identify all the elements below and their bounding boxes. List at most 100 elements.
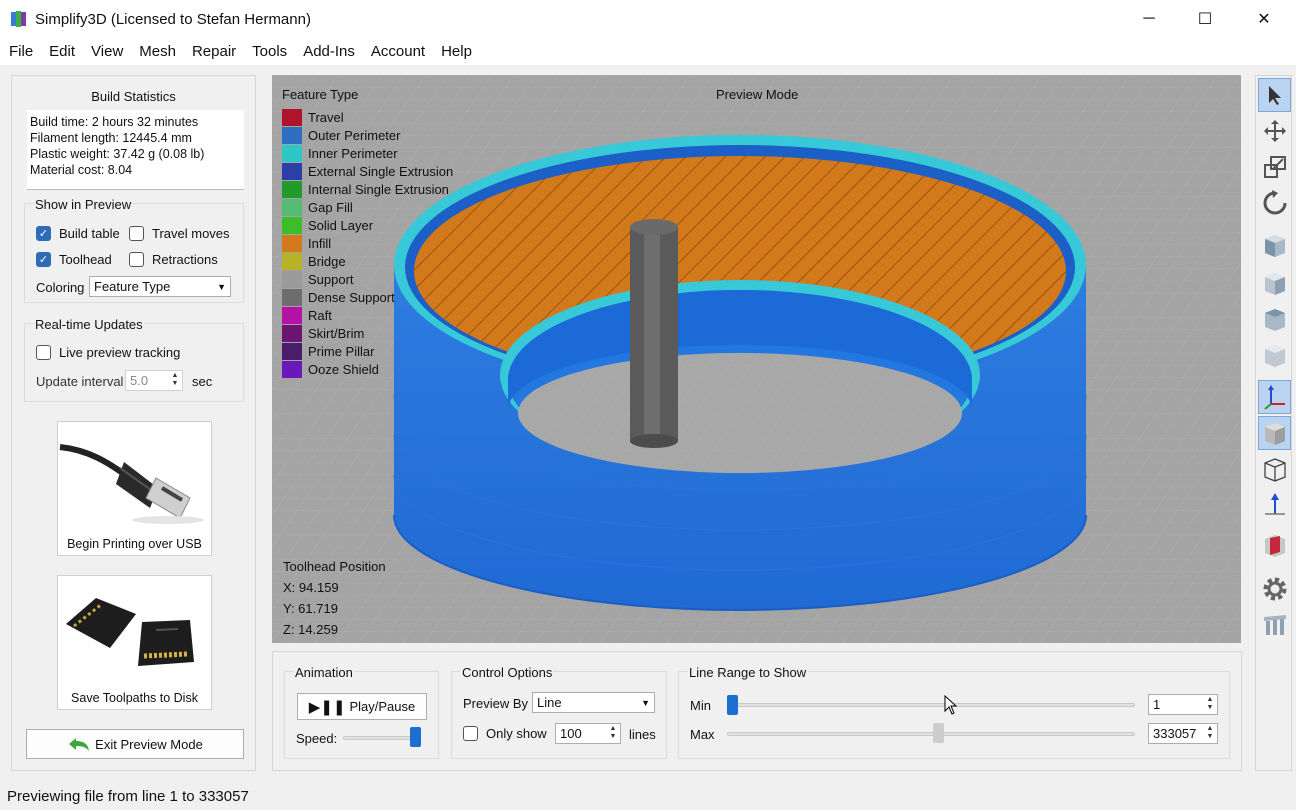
toolhead-checkbox[interactable]: ✓ Toolhead bbox=[36, 252, 112, 267]
unchecked-box-icon bbox=[129, 252, 144, 267]
toolhead-z: Z: 14.259 bbox=[283, 622, 338, 637]
toolhead-y: Y: 61.719 bbox=[283, 601, 338, 616]
view-iso-button[interactable] bbox=[1258, 228, 1291, 262]
legend-item: Dense Support bbox=[282, 288, 395, 306]
spin-arrows-icon[interactable]: ▲ ▼ bbox=[1204, 696, 1216, 713]
select-arrow-icon bbox=[1268, 86, 1281, 105]
menu-tools[interactable]: Tools bbox=[244, 38, 295, 65]
supports-button[interactable] bbox=[1258, 608, 1291, 642]
move-tool-button[interactable] bbox=[1258, 114, 1291, 148]
spin-arrows-icon[interactable]: ▲ ▼ bbox=[607, 725, 619, 742]
toolhead-x: X: 94.159 bbox=[283, 580, 339, 595]
legend-item: Internal Single Extrusion bbox=[282, 180, 449, 198]
max-slider-track[interactable] bbox=[727, 732, 1135, 736]
view-top-icon bbox=[1264, 309, 1285, 331]
legend-label: Inner Perimeter bbox=[308, 145, 398, 161]
wireframe-view-button[interactable] bbox=[1258, 452, 1291, 486]
settings-button[interactable] bbox=[1258, 572, 1291, 606]
menu-view[interactable]: View bbox=[83, 38, 131, 65]
rotate-tool-button[interactable] bbox=[1258, 186, 1291, 220]
view-top-button[interactable] bbox=[1258, 302, 1291, 336]
spin-arrows-icon[interactable]: ▲ ▼ bbox=[1204, 725, 1216, 742]
preview-mode-label: Preview Mode bbox=[716, 87, 799, 102]
show-axes-button[interactable] bbox=[1258, 380, 1291, 414]
travel-moves-label: Travel moves bbox=[152, 226, 230, 241]
only-show-lines-input[interactable]: 100 ▲ ▼ bbox=[555, 723, 621, 744]
live-preview-checkbox[interactable]: Live preview tracking bbox=[36, 345, 180, 360]
stat-build-time: Build time: 2 hours 32 minutes bbox=[30, 115, 199, 129]
menu-account[interactable]: Account bbox=[363, 38, 433, 65]
legend-swatch bbox=[282, 360, 302, 378]
save-toolpaths-tile[interactable]: Save Toolpaths to Disk bbox=[57, 575, 212, 710]
scale-tool-button[interactable] bbox=[1258, 150, 1291, 184]
axes-icon bbox=[1263, 385, 1285, 410]
maximize-button[interactable]: ☐ bbox=[1176, 0, 1234, 38]
cross-section-button[interactable] bbox=[1258, 528, 1291, 562]
preview-by-select[interactable]: Line ▼ bbox=[532, 692, 655, 713]
preview-by-label: Preview By bbox=[463, 696, 529, 711]
legend-swatch bbox=[282, 162, 302, 180]
realtime-updates-group: Real-time Updates Live preview tracking … bbox=[24, 317, 244, 402]
legend-item: Ooze Shield bbox=[282, 360, 379, 378]
simplify3d-logo-icon bbox=[11, 11, 26, 27]
stat-material-cost: Material cost: 8.04 bbox=[30, 163, 133, 177]
view-front-button[interactable] bbox=[1258, 266, 1291, 300]
check-icon: ✓ bbox=[36, 252, 51, 267]
minimize-button[interactable]: ─ bbox=[1120, 0, 1178, 38]
menu-bar: File Edit View Mesh Repair Tools Add-Ins… bbox=[0, 38, 1296, 65]
max-slider-handle[interactable] bbox=[933, 723, 945, 743]
spin-arrows-icon[interactable]: ▲ ▼ bbox=[169, 372, 181, 389]
legend-label: Bridge bbox=[308, 253, 346, 269]
preview-3d-viewport[interactable]: Feature Type Preview Mode Travel Outer Pe… bbox=[272, 75, 1241, 643]
lines-label: lines bbox=[629, 727, 656, 742]
menu-mesh[interactable]: Mesh bbox=[131, 38, 184, 65]
coloring-select[interactable]: Feature Type ▼ bbox=[89, 276, 231, 297]
toolhead-position-title: Toolhead Position bbox=[283, 559, 386, 574]
legend-label: Raft bbox=[308, 307, 332, 323]
menu-help[interactable]: Help bbox=[433, 38, 480, 65]
only-show-label: Only show bbox=[486, 726, 547, 741]
legend-title: Feature Type bbox=[282, 87, 359, 102]
exit-preview-button[interactable]: Exit Preview Mode bbox=[26, 729, 244, 759]
control-options-group: Control Options Preview By Line ▼ Only s… bbox=[451, 665, 667, 759]
legend-label: Travel bbox=[308, 109, 344, 125]
play-pause-button[interactable]: ▶❚❚ Play/Pause bbox=[297, 693, 427, 720]
unchecked-box-icon bbox=[36, 345, 51, 360]
menu-edit[interactable]: Edit bbox=[41, 38, 83, 65]
max-line-input[interactable]: 333057 ▲ ▼ bbox=[1148, 723, 1218, 744]
update-interval-label: Update interval bbox=[36, 374, 124, 389]
update-interval-input[interactable]: 5.0 ▲ ▼ bbox=[125, 370, 183, 391]
view-side-icon bbox=[1264, 345, 1285, 367]
window-title: Simplify3D (Licensed to Stefan Hermann) bbox=[35, 11, 311, 28]
legend-item: External Single Extrusion bbox=[282, 162, 453, 180]
legend-label: Ooze Shield bbox=[308, 361, 379, 377]
min-slider-handle[interactable] bbox=[727, 695, 738, 715]
stat-filament-length: Filament length: 12445.4 mm bbox=[30, 131, 192, 145]
control-options-title: Control Options bbox=[461, 665, 554, 680]
solid-view-button[interactable] bbox=[1258, 416, 1291, 450]
build-table-checkbox[interactable]: ✓ Build table bbox=[36, 226, 120, 241]
min-label: Min bbox=[690, 698, 711, 713]
menu-add-ins[interactable]: Add-Ins bbox=[295, 38, 363, 65]
legend-swatch bbox=[282, 342, 302, 360]
maximize-icon: ☐ bbox=[1197, 11, 1213, 28]
normals-view-button[interactable] bbox=[1258, 488, 1291, 522]
begin-printing-usb-label: Begin Printing over USB bbox=[67, 537, 202, 551]
menu-repair[interactable]: Repair bbox=[184, 38, 244, 65]
close-button[interactable]: ✕ bbox=[1235, 0, 1293, 38]
legend-label: External Single Extrusion bbox=[308, 163, 454, 179]
min-slider-track[interactable] bbox=[727, 703, 1135, 707]
legend-item: Raft bbox=[282, 306, 332, 324]
begin-printing-usb-tile[interactable]: Begin Printing over USB bbox=[57, 421, 212, 556]
view-side-button[interactable] bbox=[1258, 338, 1291, 372]
menu-file[interactable]: File bbox=[1, 38, 41, 65]
select-tool-button[interactable] bbox=[1258, 78, 1291, 112]
travel-moves-checkbox[interactable]: Travel moves bbox=[129, 226, 230, 241]
only-show-checkbox[interactable]: Only show bbox=[463, 726, 547, 741]
speed-slider-handle[interactable] bbox=[410, 727, 421, 747]
rotate-icon bbox=[1263, 190, 1286, 215]
retractions-checkbox[interactable]: Retractions bbox=[129, 252, 218, 267]
min-line-input[interactable]: 1 ▲ ▼ bbox=[1148, 694, 1218, 715]
legend-swatch bbox=[282, 234, 302, 252]
legend-swatch bbox=[282, 216, 302, 234]
